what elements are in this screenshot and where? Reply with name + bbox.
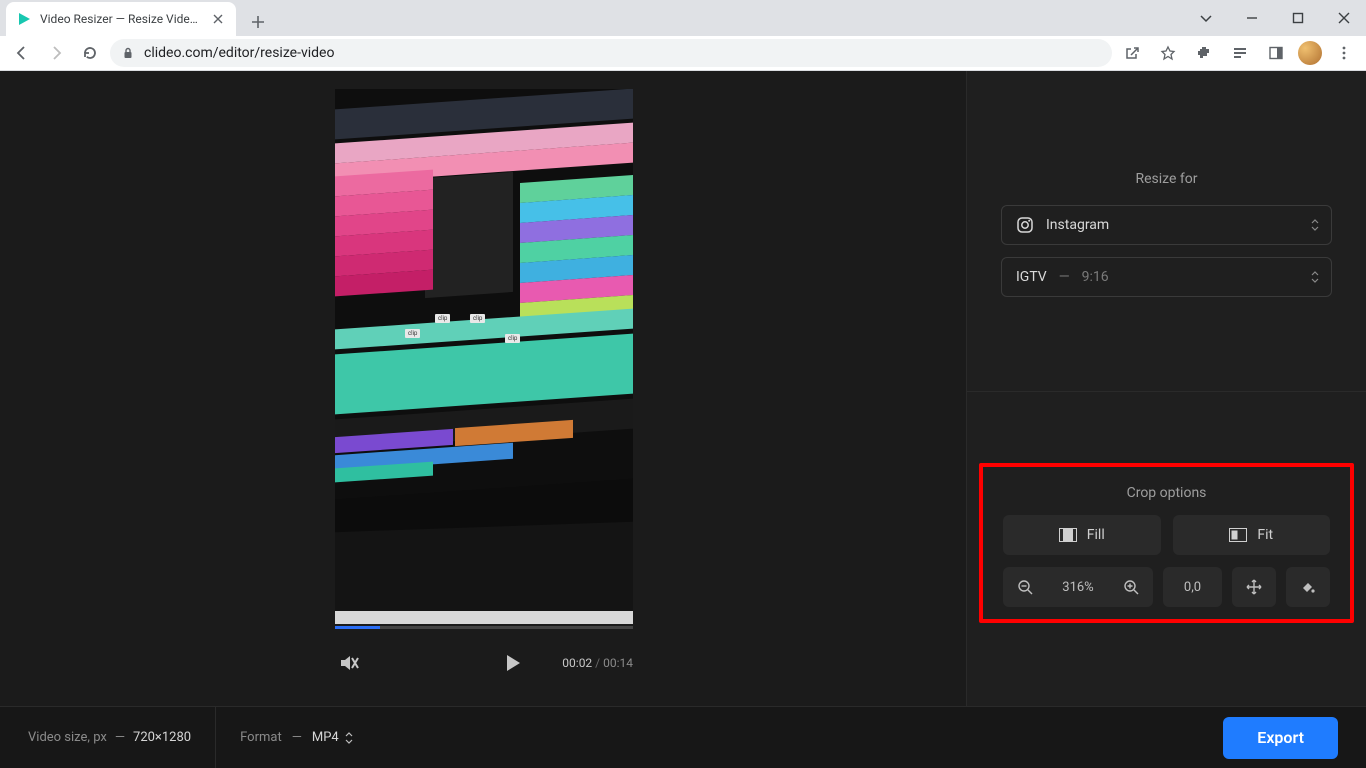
browser-toolbar: clideo.com/editor/resize-video: [0, 36, 1366, 71]
app: clip clip clip clip 00:02 / 00:14: [0, 71, 1366, 768]
browser-chrome: Video Resizer — Resize Video On clideo.c…: [0, 0, 1366, 71]
export-button[interactable]: Export: [1223, 717, 1338, 759]
url-text: clideo.com/editor/resize-video: [144, 45, 334, 61]
instagram-icon: [1016, 216, 1034, 234]
profile-avatar[interactable]: [1298, 41, 1322, 65]
background-color-button[interactable]: [1286, 567, 1330, 607]
bookmark-icon[interactable]: [1154, 39, 1182, 67]
move-button[interactable]: [1232, 567, 1276, 607]
tab-strip: Video Resizer — Resize Video On: [0, 0, 1366, 36]
kebab-menu-icon[interactable]: [1330, 39, 1358, 67]
format-value: MP4: [312, 730, 339, 745]
fit-icon: [1229, 528, 1247, 542]
reload-button[interactable]: [76, 39, 104, 67]
sidepanel-icon[interactable]: [1262, 39, 1290, 67]
chevron-updown-icon: [345, 732, 353, 744]
size-value: 720×1280: [133, 730, 191, 745]
position-value[interactable]: 0,0: [1163, 567, 1222, 607]
window-controls: [1192, 4, 1358, 32]
fit-button[interactable]: Fit: [1173, 515, 1331, 555]
fill-button[interactable]: Fill: [1003, 515, 1161, 555]
player-controls: 00:02 / 00:14: [335, 649, 633, 677]
platform-label: Instagram: [1046, 217, 1109, 233]
crop-title: Crop options: [1003, 485, 1330, 501]
play-icon[interactable]: [498, 649, 526, 677]
size-label: Video size, px: [28, 730, 107, 745]
progress-fill: [335, 626, 380, 629]
resize-title: Resize for: [1001, 171, 1332, 187]
fill-icon: [1059, 528, 1077, 542]
video-content: clip clip clip clip: [335, 89, 633, 624]
preset-ratio: 9:16: [1082, 269, 1109, 285]
resize-section: Resize for Instagram IGTV — 9:16: [967, 71, 1366, 297]
bottom-divider: [215, 707, 216, 768]
bottom-bar: Video size, px — 720×1280 Format — MP4 E…: [0, 706, 1366, 768]
back-button[interactable]: [8, 39, 36, 67]
sidebar: Resize for Instagram IGTV — 9:16: [966, 71, 1366, 768]
tab-search-icon[interactable]: [1192, 4, 1220, 32]
zoom-in-button[interactable]: [1109, 567, 1153, 607]
share-icon[interactable]: [1118, 39, 1146, 67]
close-window-icon[interactable]: [1330, 4, 1358, 32]
close-tab-icon[interactable]: [210, 11, 226, 27]
format-select[interactable]: Format — MP4: [240, 730, 353, 745]
time-display: 00:02 / 00:14: [562, 656, 633, 670]
format-label: Format: [240, 730, 282, 745]
current-time: 00:02: [562, 656, 592, 670]
sidebar-divider: [967, 391, 1366, 392]
preset-select[interactable]: IGTV — 9:16: [1001, 257, 1332, 297]
zoom-group: 316%: [1003, 567, 1153, 607]
crop-options-section: Crop options Fill Fit 316%: [979, 463, 1354, 623]
maximize-icon[interactable]: [1284, 4, 1312, 32]
fit-label: Fit: [1257, 527, 1273, 543]
video-preview[interactable]: clip clip clip clip: [335, 89, 633, 624]
lock-icon: [122, 47, 134, 59]
canvas-area: clip clip clip clip 00:02 / 00:14: [0, 71, 966, 768]
extensions-icon[interactable]: [1190, 39, 1218, 67]
platform-select[interactable]: Instagram: [1001, 205, 1332, 245]
mute-icon[interactable]: [335, 649, 363, 677]
preset-name: IGTV: [1016, 269, 1047, 285]
media-control-icon[interactable]: [1226, 39, 1254, 67]
chevron-updown-icon: [1311, 219, 1319, 231]
video-progress[interactable]: [335, 626, 633, 629]
address-bar[interactable]: clideo.com/editor/resize-video: [110, 39, 1112, 67]
site-favicon: [16, 11, 32, 27]
chevron-updown-icon: [1311, 271, 1319, 283]
total-time: 00:14: [603, 656, 633, 670]
zoom-value[interactable]: 316%: [1047, 567, 1109, 607]
video-size-display: Video size, px — 720×1280: [28, 730, 191, 745]
browser-tab[interactable]: Video Resizer — Resize Video On: [6, 2, 236, 36]
new-tab-button[interactable]: [244, 8, 272, 36]
zoom-out-button[interactable]: [1003, 567, 1047, 607]
minimize-icon[interactable]: [1238, 4, 1266, 32]
fill-label: Fill: [1087, 527, 1105, 543]
forward-button[interactable]: [42, 39, 70, 67]
tab-title: Video Resizer — Resize Video On: [40, 12, 202, 26]
